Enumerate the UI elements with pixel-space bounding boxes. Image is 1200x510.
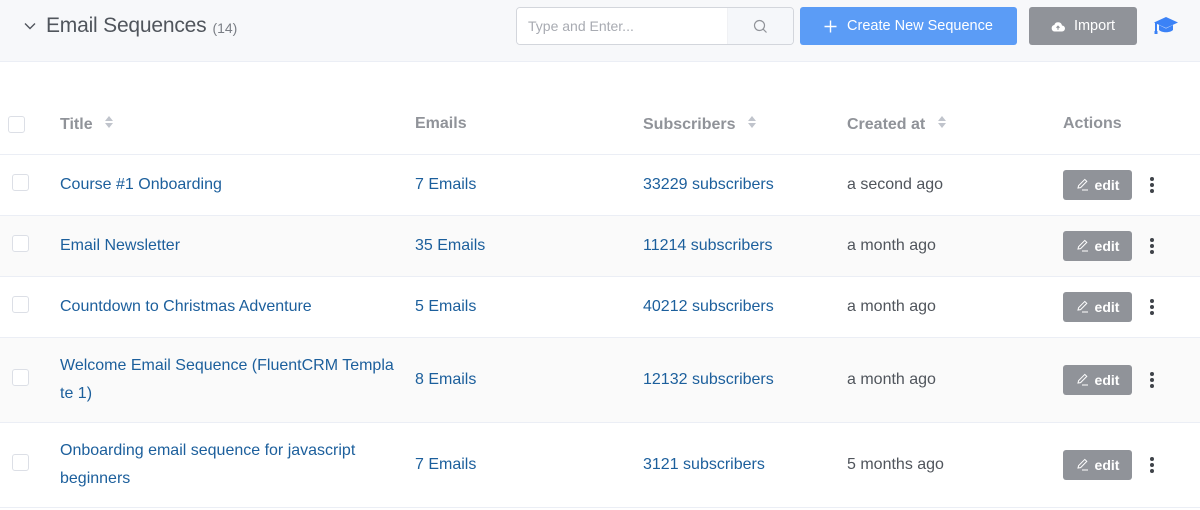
subscribers-count-link[interactable]: 33229 subscribers xyxy=(643,176,774,193)
edit-button[interactable]: edit xyxy=(1063,169,1132,200)
row-checkbox[interactable] xyxy=(12,295,29,313)
row-checkbox[interactable] xyxy=(12,173,29,191)
search-icon xyxy=(753,19,767,33)
row-actions: edit xyxy=(1063,449,1200,480)
sequence-title-link[interactable]: Onboarding email sequence for javascript… xyxy=(60,437,395,493)
emails-count-link[interactable]: 35 Emails xyxy=(415,237,485,254)
more-options-icon[interactable] xyxy=(1142,297,1162,317)
edit-label: edit xyxy=(1094,176,1120,193)
edit-button[interactable]: edit xyxy=(1063,449,1132,480)
emails-count-link[interactable]: 7 Emails xyxy=(415,456,476,473)
created-at: a month ago xyxy=(847,370,936,388)
edit-label: edit xyxy=(1094,237,1120,254)
column-header-emails: Emails xyxy=(415,94,643,155)
created-at: a second ago xyxy=(847,175,944,193)
create-new-sequence-button[interactable]: Create New Sequence xyxy=(800,7,1017,45)
edit-label: edit xyxy=(1094,456,1120,473)
more-options-icon[interactable] xyxy=(1142,455,1162,475)
created-at: 5 months ago xyxy=(847,455,944,473)
pencil-icon xyxy=(1076,300,1088,313)
table-row: Countdown to Christmas Adventure 5 Email… xyxy=(0,276,1200,338)
emails-count-link[interactable]: 5 Emails xyxy=(415,298,476,315)
table-row: Course #1 Onboarding 7 Emails 33229 subs… xyxy=(0,154,1200,216)
import-button[interactable]: Import xyxy=(1029,7,1137,45)
sort-icon[interactable] xyxy=(937,114,947,130)
emails-count-link[interactable]: 8 Emails xyxy=(415,371,476,388)
emails-count-link[interactable]: 7 Emails xyxy=(415,176,476,193)
column-header-subscribers-label: Subscribers xyxy=(643,115,736,133)
column-header-title-label: Title xyxy=(60,115,93,133)
pencil-icon xyxy=(1076,458,1088,471)
more-options-icon[interactable] xyxy=(1142,236,1162,256)
row-actions: edit xyxy=(1063,230,1200,261)
cloud-upload-icon xyxy=(1051,21,1065,31)
sequence-title-link[interactable]: Course #1 Onboarding xyxy=(60,176,222,193)
search-button[interactable] xyxy=(727,8,793,44)
column-header-created-at[interactable]: Created at xyxy=(847,94,1063,155)
row-checkbox-cell xyxy=(0,215,60,277)
column-header-actions: Actions xyxy=(1063,94,1200,155)
create-new-sequence-label: Create New Sequence xyxy=(847,18,993,34)
row-actions: edit xyxy=(1063,169,1200,200)
graduation-cap-icon[interactable] xyxy=(1153,14,1179,38)
table-header-row: Title Emails Subscribers Created at Acti… xyxy=(0,94,1200,155)
sequence-title-link[interactable]: Welcome Email Sequence (FluentCRM Templa… xyxy=(60,352,395,408)
table-row: Welcome Email Sequence (FluentCRM Templa… xyxy=(0,337,1200,423)
column-header-emails-label: Emails xyxy=(415,114,467,132)
pencil-icon xyxy=(1076,373,1088,386)
row-checkbox-cell xyxy=(0,422,60,508)
header-checkbox-cell xyxy=(0,94,60,155)
pencil-icon xyxy=(1076,239,1088,252)
column-header-actions-label: Actions xyxy=(1063,114,1122,132)
more-options-icon[interactable] xyxy=(1142,370,1162,390)
created-at: a month ago xyxy=(847,236,936,254)
created-at: a month ago xyxy=(847,297,936,315)
row-checkbox-cell xyxy=(0,154,60,216)
edit-button[interactable]: edit xyxy=(1063,230,1132,261)
column-header-created-at-label: Created at xyxy=(847,115,926,133)
table-row: Onboarding email sequence for javascript… xyxy=(0,422,1200,508)
import-label: Import xyxy=(1073,18,1116,34)
pencil-icon xyxy=(1076,178,1088,191)
subscribers-count-link[interactable]: 12132 subscribers xyxy=(643,371,774,388)
sort-icon[interactable] xyxy=(104,114,114,130)
row-checkbox[interactable] xyxy=(12,453,29,471)
subscribers-count-link[interactable]: 3121 subscribers xyxy=(643,456,765,473)
search-input[interactable] xyxy=(517,8,727,44)
sequence-count: (14) xyxy=(212,20,238,36)
more-options-icon[interactable] xyxy=(1142,175,1162,195)
edit-label: edit xyxy=(1094,298,1120,315)
row-actions: edit xyxy=(1063,364,1200,395)
sequence-title-link[interactable]: Countdown to Christmas Adventure xyxy=(60,298,312,315)
column-header-subscribers[interactable]: Subscribers xyxy=(643,94,847,155)
page-header: Email Sequences (14) Create New Sequence… xyxy=(0,0,1200,62)
subscribers-count-link[interactable]: 11214 subscribers xyxy=(643,237,773,254)
search-box xyxy=(516,7,794,45)
row-checkbox-cell xyxy=(0,276,60,338)
sort-icon[interactable] xyxy=(747,114,757,130)
page-title: Email Sequences xyxy=(46,14,207,37)
row-actions: edit xyxy=(1063,291,1200,322)
subscribers-count-link[interactable]: 40212 subscribers xyxy=(643,298,774,315)
chevron-down-icon[interactable] xyxy=(22,18,38,34)
edit-button[interactable]: edit xyxy=(1063,364,1132,395)
row-checkbox[interactable] xyxy=(12,234,29,252)
sequence-title-link[interactable]: Email Newsletter xyxy=(60,237,180,254)
plus-icon xyxy=(824,20,837,32)
table-row: Email Newsletter 35 Emails 11214 subscri… xyxy=(0,215,1200,277)
sequences-table: Title Emails Subscribers Created at Acti… xyxy=(0,94,1200,508)
row-checkbox-cell xyxy=(0,337,60,423)
edit-label: edit xyxy=(1094,371,1120,388)
row-checkbox[interactable] xyxy=(12,368,29,386)
select-all-checkbox[interactable] xyxy=(8,115,25,133)
edit-button[interactable]: edit xyxy=(1063,291,1132,322)
column-header-title[interactable]: Title xyxy=(60,94,415,155)
header-title-group: Email Sequences (14) xyxy=(22,14,237,38)
